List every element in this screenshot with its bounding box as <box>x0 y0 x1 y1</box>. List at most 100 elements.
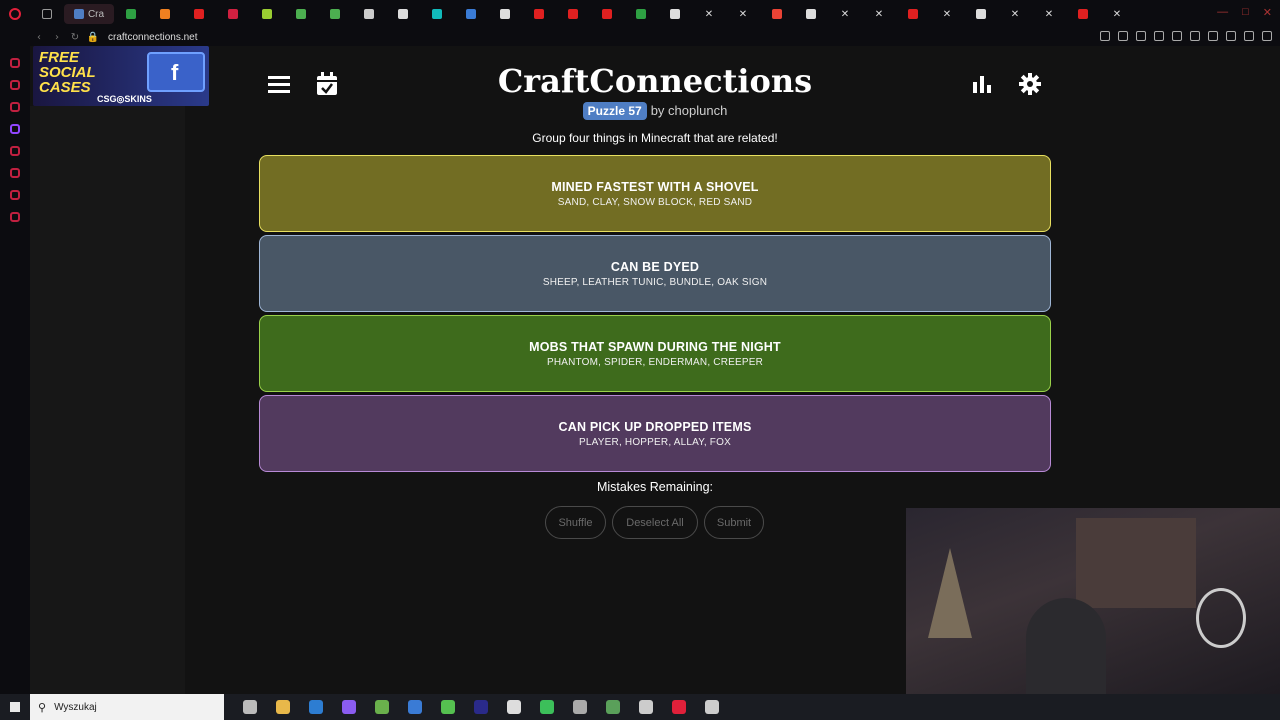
browser-tab[interactable] <box>386 4 420 24</box>
x-icon: ✕ <box>840 8 850 20</box>
wikipedia-icon <box>806 9 816 19</box>
browser-tab[interactable] <box>590 4 624 24</box>
mistakes-remaining-label: Mistakes Remaining: <box>596 480 713 494</box>
browser-tab[interactable]: ✕ <box>998 4 1032 24</box>
opera-icon[interactable] <box>672 700 686 714</box>
app-icon[interactable] <box>375 700 389 714</box>
app-icon[interactable] <box>573 700 587 714</box>
browser-tab[interactable]: ✕ <box>1032 4 1066 24</box>
browser-tab[interactable] <box>658 4 692 24</box>
browser-tab[interactable]: ✕ <box>862 4 896 24</box>
maximize-icon[interactable]: □ <box>1242 6 1249 19</box>
app-icon[interactable] <box>606 700 620 714</box>
steam-icon[interactable] <box>408 700 422 714</box>
minimize-icon[interactable]: — <box>1217 6 1228 19</box>
tab-list: ✕ ✕ ✕ ✕ ✕ ✕ ✕ ✕ <box>114 4 1134 24</box>
start-button[interactable] <box>0 702 30 712</box>
browser-tab[interactable] <box>896 4 930 24</box>
forward-icon[interactable]: › <box>48 32 66 43</box>
streamer <box>1026 598 1106 694</box>
youtube-icon <box>1078 9 1088 19</box>
browser-tab[interactable] <box>318 4 352 24</box>
workspace-icon[interactable] <box>30 4 64 24</box>
windows-logo-icon <box>10 702 20 712</box>
app-icon[interactable] <box>342 700 356 714</box>
browser-tab[interactable] <box>148 4 182 24</box>
tab-icon <box>262 9 272 19</box>
sidebar-clock-icon[interactable] <box>10 168 20 178</box>
browser-tab[interactable] <box>454 4 488 24</box>
tab-icon <box>364 9 374 19</box>
download-icon[interactable] <box>1226 31 1236 41</box>
sidebar-instagram-icon[interactable] <box>10 102 20 112</box>
translate-icon[interactable] <box>1154 31 1164 41</box>
extensions-icon[interactable] <box>1190 31 1200 41</box>
adblock-icon[interactable] <box>1136 31 1146 41</box>
menu-icon[interactable] <box>1262 31 1272 41</box>
browser-tab[interactable] <box>216 4 250 24</box>
browser-tab[interactable] <box>964 4 998 24</box>
play-icon[interactable] <box>1172 31 1182 41</box>
ai-icon[interactable] <box>1244 31 1254 41</box>
puzzle-badge[interactable]: Puzzle 57 <box>582 102 647 120</box>
heart-icon[interactable] <box>1208 31 1218 41</box>
file-explorer-icon[interactable] <box>276 700 290 714</box>
settings-button[interactable] <box>1015 68 1045 100</box>
browser-tab[interactable]: ✕ <box>828 4 862 24</box>
tab-active-craftconnections[interactable]: Cra <box>64 4 114 24</box>
sidebar-settings-icon[interactable] <box>10 212 20 222</box>
premiere-icon[interactable] <box>474 700 488 714</box>
browser-tab[interactable] <box>284 4 318 24</box>
sidebar-bookmarks-icon[interactable] <box>10 190 20 200</box>
browser-tab[interactable] <box>114 4 148 24</box>
tab-label: Cra <box>87 8 105 20</box>
calendar-button[interactable] <box>312 68 342 100</box>
facebook-case-icon <box>147 52 205 92</box>
browser-tab[interactable]: ✕ <box>726 4 760 24</box>
deselect-all-button[interactable]: Deselect All <box>612 506 698 539</box>
ad-banner[interactable]: FREE SOCIAL CASES CSG◎SKINS <box>33 46 209 106</box>
browser-tab[interactable] <box>556 4 590 24</box>
shuffle-button[interactable]: Shuffle <box>545 506 606 539</box>
opera-logo-icon[interactable] <box>0 0 30 28</box>
browser-tab[interactable] <box>522 4 556 24</box>
submit-button[interactable]: Submit <box>704 506 764 539</box>
sidebar-history-icon[interactable] <box>10 146 20 156</box>
stats-button[interactable] <box>967 68 997 100</box>
browser-tab[interactable] <box>250 4 284 24</box>
browser-tab[interactable]: ✕ <box>930 4 964 24</box>
app-icon[interactable] <box>441 700 455 714</box>
tab-icon <box>636 9 646 19</box>
app-icon[interactable] <box>540 700 554 714</box>
google-icon <box>772 9 782 19</box>
hamburger-menu-button[interactable] <box>264 68 294 100</box>
close-icon[interactable]: ✕ <box>1263 6 1272 19</box>
obs-icon[interactable] <box>507 700 521 714</box>
tiktok-icon <box>976 9 986 19</box>
x-icon: ✕ <box>942 8 952 20</box>
bookmark-icon[interactable] <box>1100 31 1110 41</box>
browser-tab[interactable] <box>352 4 386 24</box>
sidebar-whatsapp-icon[interactable] <box>10 80 20 90</box>
tab-icon <box>500 9 510 19</box>
browser-tab[interactable] <box>760 4 794 24</box>
browser-tab[interactable] <box>624 4 658 24</box>
browser-tab[interactable] <box>1066 4 1100 24</box>
browser-tab[interactable] <box>488 4 522 24</box>
url-field[interactable]: craftconnections.net <box>108 32 198 43</box>
browser-tab[interactable]: ✕ <box>692 4 726 24</box>
snapshot-icon[interactable] <box>1118 31 1128 41</box>
browser-tab[interactable]: ✕ <box>1100 4 1134 24</box>
taskbar-search[interactable]: ⚲ Wyszukaj <box>30 694 224 720</box>
app-icon[interactable] <box>639 700 653 714</box>
browser-tab[interactable] <box>794 4 828 24</box>
reload-icon[interactable]: ↻ <box>66 32 84 43</box>
sidebar-twitch-icon[interactable] <box>10 124 20 134</box>
obs-icon[interactable] <box>705 700 719 714</box>
task-view-icon[interactable] <box>243 700 257 714</box>
back-icon[interactable]: ‹ <box>30 32 48 43</box>
sidebar-messenger-icon[interactable] <box>10 58 20 68</box>
browser-tab[interactable] <box>420 4 454 24</box>
browser-tab[interactable] <box>182 4 216 24</box>
vscode-icon[interactable] <box>309 700 323 714</box>
